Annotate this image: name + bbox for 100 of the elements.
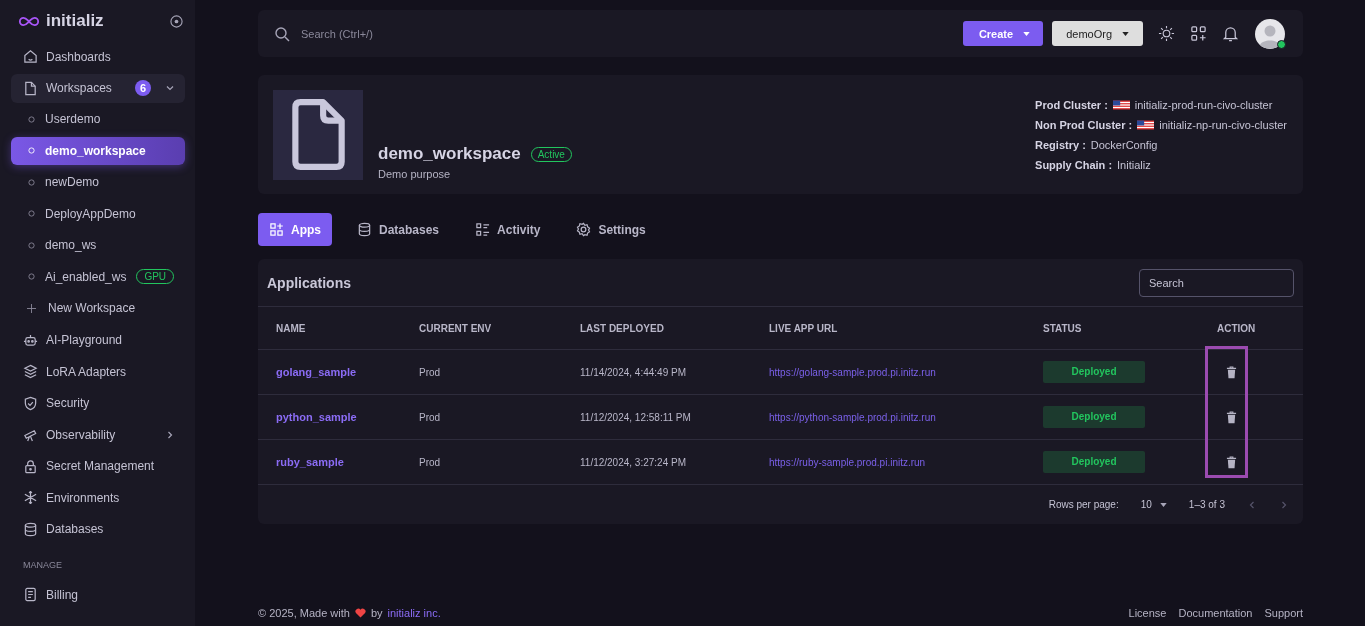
nav-item[interactable]: Databases (11, 514, 185, 544)
user-avatar[interactable] (1255, 18, 1285, 49)
url-link[interactable]: https://ruby-sample.prod.pi.initz.run (769, 456, 1043, 468)
tab[interactable]: Databases (346, 213, 451, 246)
layers-icon (23, 364, 38, 379)
count-badge: 6 (135, 80, 151, 96)
nav-item[interactable]: AI-Playground (11, 325, 185, 355)
footer-link[interactable]: Documentation (1178, 607, 1253, 619)
scope-icon (23, 427, 38, 442)
column-header: STATUS (1043, 322, 1083, 334)
tab[interactable]: Settings (565, 213, 657, 246)
nav-item[interactable]: Environments (11, 483, 185, 512)
app-name-link[interactable]: golang_sample (258, 366, 419, 378)
document-icon (273, 90, 363, 180)
table-cell-text: 11/14/2024, 4:44:49 PM (580, 366, 687, 378)
column-header: CURRENT ENV (419, 322, 493, 334)
nav-item[interactable]: LoRA Adapters (11, 357, 185, 386)
workspace-description: Demo purpose (378, 168, 452, 180)
rows-per-page-label: Rows per page: (1048, 499, 1119, 510)
delete-icon[interactable] (1226, 455, 1237, 469)
target-icon[interactable] (170, 14, 183, 28)
nav-item[interactable]: Observability (11, 420, 185, 449)
workspace-name: demo_workspace (378, 144, 521, 164)
rows-per-page-select[interactable]: 10 (1140, 499, 1167, 510)
detail-value: DockerConfig (1090, 139, 1158, 151)
search-icon (274, 25, 290, 42)
circle-icon (28, 147, 35, 154)
column-header: LIVE APP URL (769, 322, 839, 334)
table-title: Applications (267, 274, 351, 291)
detail-value: initializ-prod-run-civo-cluster (1134, 99, 1273, 111)
footer-text: by (370, 607, 383, 619)
gear-icon (576, 222, 592, 237)
table-cell-text: 11/12/2024, 3:27:24 PM (580, 456, 687, 468)
footer-link[interactable]: License (1128, 607, 1167, 619)
new-workspace-item[interactable]: New Workspace (11, 294, 185, 322)
app-name-link[interactable]: ruby_sample (258, 456, 419, 468)
detail-label: Non Prod Cluster : (1035, 119, 1133, 131)
table-cell-text: Prod (419, 411, 442, 423)
sun-icon[interactable] (1158, 25, 1175, 42)
search-field[interactable]: Search (Ctrl+/) (299, 26, 954, 41)
detail-label: Registry : (1035, 139, 1086, 151)
circle-icon (28, 115, 35, 123)
nav-item[interactable]: Billing (11, 580, 185, 609)
circle-icon (28, 273, 35, 280)
tab[interactable]: Activity (464, 213, 552, 246)
caret-icon (1023, 31, 1031, 36)
app-name-link[interactable]: python_sample (258, 411, 419, 423)
circle-icon (28, 241, 35, 249)
copyright-text: © 2025, Made with (258, 607, 350, 619)
column-header: LAST DEPLOYED (580, 322, 665, 334)
page-range: 1–3 of 3 (1188, 499, 1225, 510)
workspace-item[interactable]: Ai_enabled_ws GPU (11, 262, 185, 291)
workspace-item[interactable]: Userdemo (11, 105, 185, 133)
delete-icon[interactable] (1226, 365, 1237, 379)
detail-value: Initializ (1117, 159, 1151, 171)
heart-icon (354, 608, 366, 618)
delete-icon[interactable] (1226, 410, 1237, 424)
home-icon (23, 49, 38, 64)
status-tag: Deployed (1043, 406, 1145, 428)
url-link[interactable]: https://python-sample.prod.pi.initz.run (769, 411, 1043, 423)
add-widget-icon[interactable] (1190, 25, 1207, 42)
caret-icon (1159, 502, 1167, 507)
person-icon (1255, 18, 1285, 49)
detail-value: initializ-np-run-civo-cluster (1159, 119, 1287, 131)
circle-icon (28, 178, 35, 186)
circle-icon (28, 210, 35, 217)
workspace-item[interactable]: demo_workspace (11, 136, 185, 165)
footer-link[interactable]: Support (1264, 607, 1303, 619)
search-field[interactable]: Search (1139, 268, 1294, 297)
detail-label: Prod Cluster : (1035, 99, 1108, 111)
workspace-item[interactable]: DeployAppDemo (11, 199, 185, 228)
company-link[interactable]: initializ inc. (387, 607, 441, 619)
org-select[interactable]: demoOrg (1052, 21, 1143, 46)
nav-item[interactable]: Secret Management (11, 451, 185, 481)
database-icon (357, 222, 372, 237)
list-icon (475, 222, 491, 237)
create-button[interactable]: Create (962, 21, 1044, 46)
lock-icon (23, 458, 38, 474)
bell-icon[interactable] (1222, 25, 1239, 42)
nav-item[interactable]: Dashboards (11, 42, 185, 71)
infinity-logo-icon (18, 15, 40, 27)
nav-item[interactable]: Security (11, 388, 185, 418)
table-cell-text: 11/12/2024, 12:58:11 PM (580, 411, 692, 423)
table-cell-text: Prod (419, 456, 442, 468)
status-tag: Deployed (1043, 451, 1145, 473)
flag-icon (1112, 100, 1130, 110)
caret-icon (1122, 31, 1129, 36)
table-cell-text: Prod (419, 366, 442, 378)
file-icon (23, 80, 38, 96)
column-header: NAME (275, 322, 307, 334)
shield-icon (23, 395, 38, 411)
workspace-item[interactable]: demo_ws (11, 231, 185, 259)
bill-icon (23, 587, 38, 602)
workspace-item[interactable]: newDemo (11, 168, 185, 196)
detail-label: Supply Chain : (1035, 159, 1113, 171)
url-link[interactable]: https://golang-sample.prod.pi.initz.run (769, 366, 1043, 378)
robot-icon (23, 332, 38, 348)
snow-icon (23, 490, 38, 505)
tab[interactable]: Apps (258, 213, 332, 246)
apps-icon (269, 222, 284, 237)
